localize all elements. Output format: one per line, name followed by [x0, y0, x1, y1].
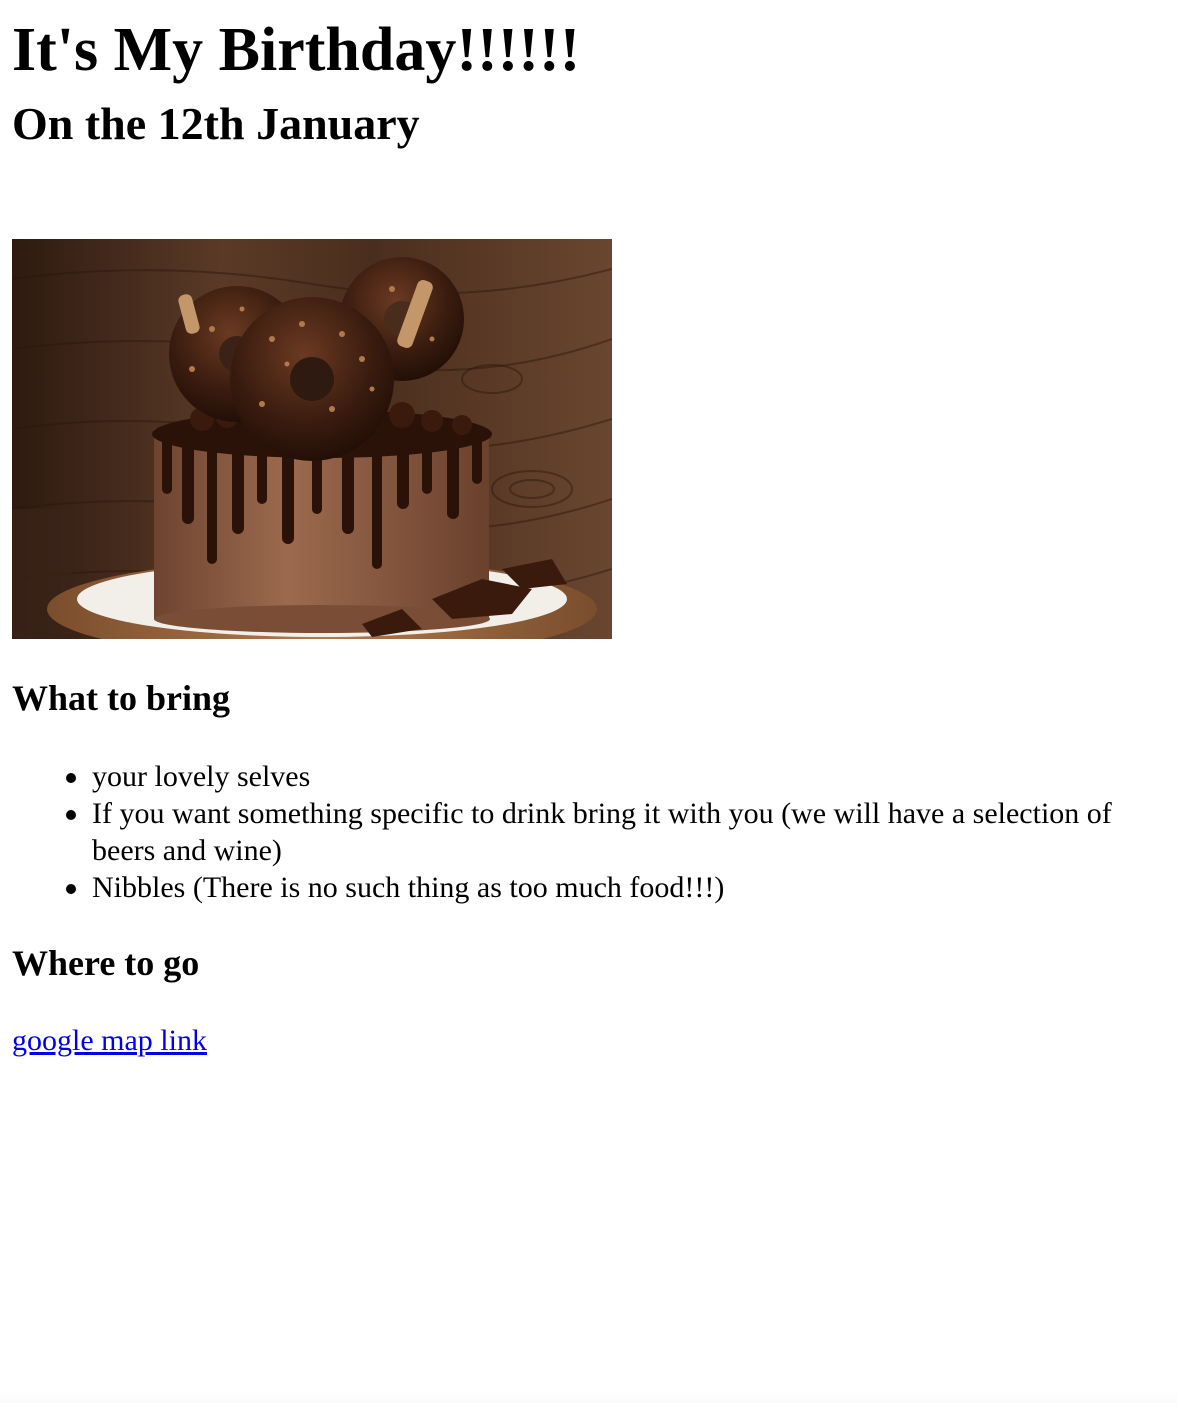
list-item-text: your lovely selves — [92, 760, 311, 793]
cake-photo — [12, 239, 612, 639]
list-item: Nibbles (There is no such thing as too m… — [66, 869, 1152, 906]
what-to-bring-heading: What to bring — [12, 678, 231, 718]
date-subtitle: On the 12th January — [12, 98, 420, 149]
bullet-icon — [66, 773, 76, 783]
bullet-icon — [66, 884, 76, 894]
bullet-icon — [66, 810, 76, 820]
google-map-link[interactable]: google map link — [12, 1022, 207, 1059]
list-item-text: If you want something specific to drink … — [92, 797, 1112, 867]
page-title: It's My Birthday!!!!!! — [12, 16, 581, 84]
bring-list: your lovely selves If you want something… — [12, 758, 1152, 906]
list-item-text: Nibbles (There is no such thing as too m… — [92, 871, 725, 904]
list-item: your lovely selves — [66, 758, 1152, 795]
page: It's My Birthday!!!!!! On the 12th Janua… — [0, 14, 1177, 1057]
window-bottom-edge — [0, 1391, 1177, 1403]
list-item: If you want something specific to drink … — [66, 795, 1152, 869]
where-to-go-heading: Where to go — [12, 943, 200, 983]
cake-photo-icon — [12, 239, 612, 639]
